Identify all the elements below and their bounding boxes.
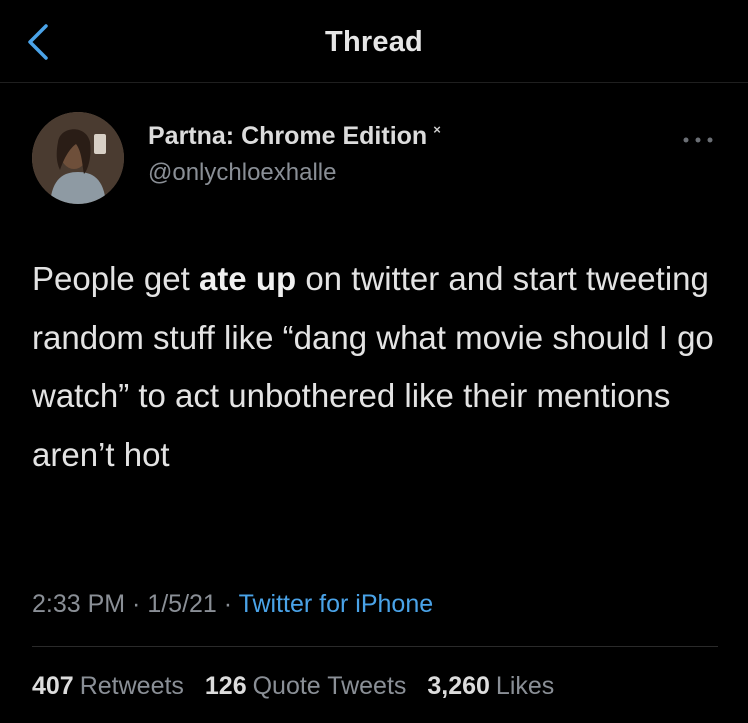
author-name[interactable]: Partna: Chrome Edition × [148, 122, 441, 151]
page-title: Thread [325, 26, 423, 58]
more-options-icon[interactable] [680, 132, 716, 148]
retweets-count: 407 [32, 672, 74, 700]
tweet-meta: 2:33 PM · 1/5/21 · Twitter for iPhone [32, 590, 433, 619]
avatar[interactable] [32, 112, 124, 204]
quote-tweets-label: Quote Tweets [252, 672, 407, 700]
tweet-text-bold: ate up [198, 260, 297, 297]
tweet-date: 1/5/21 [147, 590, 217, 618]
tweet-text-part1: People get [32, 260, 199, 297]
author-badge: × [433, 122, 441, 137]
quote-tweets-stat[interactable]: 126 Quote Tweets [205, 672, 407, 701]
meta-separator: · [216, 590, 239, 618]
tweet-source-link[interactable]: Twitter for iPhone [239, 590, 434, 618]
thread-header: Thread [0, 0, 748, 83]
retweets-stat[interactable]: 407 Retweets [32, 672, 184, 701]
likes-count: 3,260 [427, 672, 490, 700]
avatar-image [32, 112, 124, 204]
meta-separator: · [125, 590, 148, 618]
retweets-label: Retweets [79, 672, 184, 700]
tweet-stats: 407 Retweets 126 Quote Tweets 3,260 Likes [32, 672, 568, 701]
author-name-text: Partna: Chrome Edition [148, 122, 428, 150]
quote-tweets-count: 126 [204, 672, 247, 700]
tweet-time: 2:33 PM [32, 590, 126, 618]
divider [32, 646, 718, 647]
likes-stat[interactable]: 3,260 Likes [427, 672, 554, 701]
likes-label: Likes [495, 672, 555, 700]
author-handle[interactable]: @onlychloexhalle [148, 159, 336, 187]
tweet-text: People get ate up on twitter and start t… [32, 250, 722, 484]
